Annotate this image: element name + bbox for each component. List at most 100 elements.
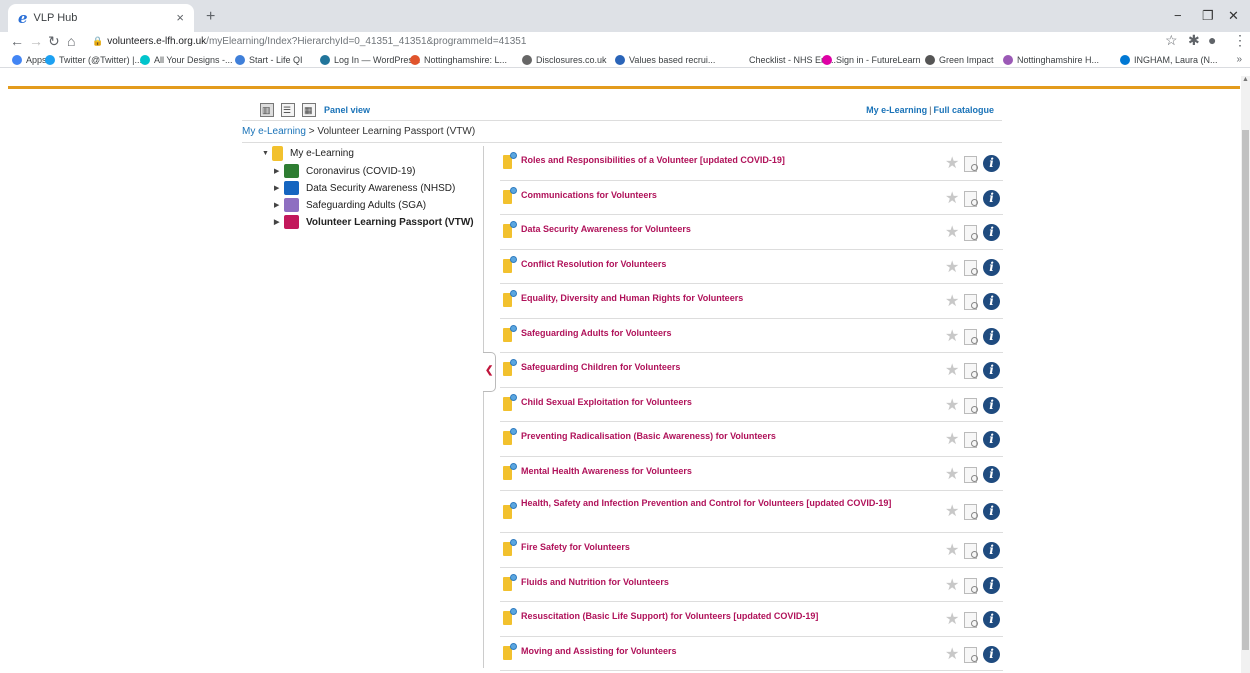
bookmark-item[interactable]: Sign in - FutureLearn (822, 55, 921, 65)
info-icon[interactable]: i (983, 224, 1000, 241)
view-certificate-icon[interactable] (964, 190, 978, 207)
view-certificate-icon[interactable] (964, 612, 978, 628)
course-title-link[interactable]: Fluids and Nutrition for Volunteers (521, 576, 911, 588)
favourite-star-icon[interactable]: ★ (945, 293, 959, 311)
full-catalogue-link[interactable]: Full catalogue (933, 105, 994, 115)
restore-icon[interactable]: ❐ (1202, 8, 1214, 24)
view-certificate-icon[interactable] (964, 328, 978, 345)
tree-item[interactable]: ▶ Volunteer Learning Passport (VTW) (274, 215, 474, 229)
info-icon[interactable]: i (983, 611, 1000, 628)
panel-view-button[interactable]: ▦ (302, 103, 316, 117)
url-field[interactable]: 🔒 volunteers.e-lfh.org.uk/myElearning/Ind… (92, 33, 1152, 49)
info-icon[interactable]: i (983, 362, 1000, 379)
tree-root-my-elearning[interactable]: ▼ My e-Learning (262, 146, 354, 161)
favourite-star-icon[interactable]: ★ (945, 259, 959, 277)
page-scrollbar[interactable]: ▲ (1241, 76, 1250, 673)
view-certificate-icon[interactable] (964, 156, 978, 172)
view-certificate-icon[interactable] (964, 646, 978, 663)
tree-item[interactable]: ▶ Data Security Awareness (NHSD) (274, 181, 455, 195)
course-title-link[interactable]: Preventing Radicalisation (Basic Awarene… (521, 430, 911, 442)
favourite-star-icon[interactable]: ★ (945, 397, 959, 415)
scroll-up-icon[interactable]: ▲ (1242, 76, 1249, 83)
favourite-star-icon[interactable]: ★ (945, 466, 959, 484)
favourite-star-icon[interactable]: ★ (945, 577, 959, 595)
course-title-link[interactable]: Health, Safety and Infection Prevention … (521, 497, 911, 509)
course-title-link[interactable]: Resuscitation (Basic Life Support) for V… (521, 610, 911, 622)
tab-close-icon[interactable]: × (176, 10, 184, 25)
favourite-star-icon[interactable]: ★ (945, 362, 959, 380)
view-certificate-icon[interactable] (964, 432, 978, 448)
collapsed-triangle-icon[interactable]: ▶ (274, 167, 284, 175)
new-tab-button[interactable]: + (206, 8, 215, 26)
bookmark-item[interactable]: INGHAM, Laura (N... (1120, 55, 1218, 65)
bookmark-item[interactable]: Nottinghamshire: L... (410, 55, 507, 65)
close-window-icon[interactable]: ✕ (1228, 8, 1239, 24)
expanded-triangle-icon[interactable]: ▼ (262, 150, 272, 157)
reload-icon[interactable]: ↻ (48, 33, 60, 50)
back-icon[interactable]: ← (10, 33, 24, 49)
course-title-link[interactable]: Conflict Resolution for Volunteers (521, 258, 911, 270)
tree-item[interactable]: ▶ Coronavirus (COVID-19) (274, 164, 415, 178)
home-icon[interactable]: ⌂ (67, 33, 75, 49)
bookmark-item[interactable]: Apps (12, 55, 47, 65)
favourite-star-icon[interactable]: ★ (945, 646, 959, 664)
info-icon[interactable]: i (983, 189, 1000, 207)
extensions-icon[interactable]: ✱ (1188, 32, 1200, 49)
info-icon[interactable]: i (983, 645, 1000, 663)
bookmark-item[interactable]: Green Impact (925, 55, 994, 65)
info-icon[interactable]: i (983, 503, 1000, 520)
favourite-star-icon[interactable]: ★ (945, 503, 959, 521)
view-certificate-icon[interactable] (964, 577, 978, 594)
collapse-panel-button[interactable]: ❮ (483, 352, 496, 392)
tree-item[interactable]: ▶ Safeguarding Adults (SGA) (274, 198, 426, 212)
menu-icon[interactable]: ⋮ (1233, 32, 1247, 49)
scrollbar-thumb[interactable] (1242, 130, 1249, 650)
info-icon[interactable]: i (983, 258, 1000, 276)
info-icon[interactable]: i (983, 327, 1000, 345)
bookmark-item[interactable]: Checklist - NHS Em... (735, 55, 836, 65)
collapsed-triangle-icon[interactable]: ▶ (274, 218, 284, 226)
my-elearning-link[interactable]: My e-Learning (866, 105, 927, 115)
course-title-link[interactable]: Data Security Awareness for Volunteers (521, 223, 911, 235)
favourite-star-icon[interactable]: ★ (945, 611, 959, 629)
bookmark-item[interactable]: All Your Designs -... (140, 55, 233, 65)
profile-icon[interactable]: ● (1208, 32, 1216, 48)
list-view-button[interactable]: ☰ (281, 103, 295, 117)
bookmark-item[interactable]: Values based recrui... (615, 55, 715, 65)
favourite-star-icon[interactable]: ★ (945, 431, 959, 449)
bookmark-item[interactable]: Twitter (@Twitter) |... (45, 55, 142, 65)
info-icon[interactable]: i (983, 155, 1000, 172)
course-title-link[interactable]: Moving and Assisting for Volunteers (521, 645, 911, 657)
course-title-link[interactable]: Communications for Volunteers (521, 189, 911, 201)
favourite-star-icon[interactable]: ★ (945, 190, 959, 208)
course-title-link[interactable]: Child Sexual Exploitation for Volunteers (521, 396, 911, 408)
view-certificate-icon[interactable] (964, 363, 978, 379)
view-certificate-icon[interactable] (964, 225, 978, 241)
favourite-star-icon[interactable]: ★ (945, 328, 959, 346)
view-certificate-icon[interactable] (964, 259, 978, 276)
view-certificate-icon[interactable] (964, 466, 978, 483)
favourite-star-icon[interactable]: ★ (945, 224, 959, 242)
collapsed-triangle-icon[interactable]: ▶ (274, 201, 284, 209)
bookmark-item[interactable]: Start - Life QI (235, 55, 303, 65)
course-title-link[interactable]: Equality, Diversity and Human Rights for… (521, 292, 911, 304)
bookmark-item[interactable]: Nottinghamshire H... (1003, 55, 1099, 65)
favourite-star-icon[interactable]: ★ (945, 542, 959, 560)
bookmark-item[interactable]: Disclosures.co.uk (522, 55, 607, 65)
view-certificate-icon[interactable] (964, 294, 978, 310)
info-icon[interactable]: i (983, 396, 1000, 414)
browser-tab[interactable]: e VLP Hub × (8, 4, 194, 32)
bookmark-item[interactable]: Log In — WordPres... (320, 55, 420, 65)
view-certificate-icon[interactable] (964, 397, 978, 414)
course-title-link[interactable]: Fire Safety for Volunteers (521, 541, 911, 553)
bookmarks-more-icon[interactable]: » (1236, 54, 1242, 65)
info-icon[interactable]: i (983, 465, 1000, 483)
split-view-button[interactable]: ▥ (260, 103, 274, 117)
panel-view-link[interactable]: Panel view (324, 105, 370, 115)
bookmark-star-icon[interactable]: ☆ (1165, 32, 1178, 49)
info-icon[interactable]: i (983, 293, 1000, 310)
course-title-link[interactable]: Roles and Responsibilities of a Voluntee… (521, 154, 911, 166)
view-certificate-icon[interactable] (964, 504, 978, 520)
info-icon[interactable]: i (983, 576, 1000, 594)
breadcrumb-root-link[interactable]: My e-Learning (242, 126, 306, 137)
